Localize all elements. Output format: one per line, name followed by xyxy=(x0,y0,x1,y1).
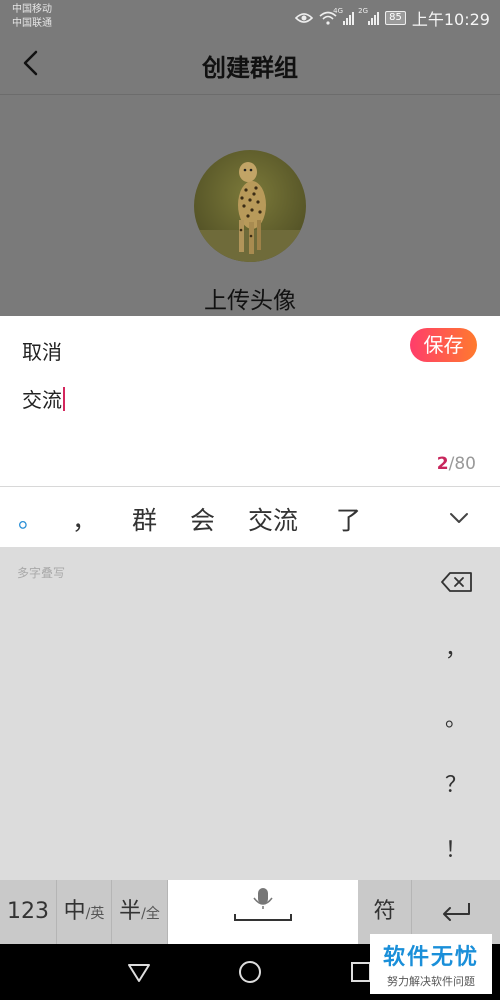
chinese-english-toggle[interactable]: 中/英 xyxy=(57,880,112,944)
upload-avatar-label[interactable]: 上传头像 xyxy=(0,281,500,315)
chevron-down-icon[interactable] xyxy=(448,507,470,529)
text-cursor xyxy=(63,386,65,411)
handwriting-keyboard[interactable]: 多字叠写 ， 。 ？ ！ xyxy=(0,547,500,880)
numbers-key[interactable]: 123 xyxy=(0,880,57,944)
carrier-1: 中国移动 xyxy=(12,4,52,15)
watermark-logo: 软件无忧 努力解决软件问题 xyxy=(370,934,492,994)
candidate-item[interactable]: 。 xyxy=(18,499,43,535)
clock: 上午10:29 xyxy=(411,10,490,29)
square-recents-icon[interactable] xyxy=(350,961,372,983)
period-key[interactable]: 。 xyxy=(412,701,500,733)
group-name-value: 交流 xyxy=(22,388,62,412)
candidate-item[interactable]: 群 xyxy=(132,501,157,537)
handwriting-hint: 多字叠写 xyxy=(17,566,66,580)
group-avatar[interactable] xyxy=(194,150,306,262)
eye-icon xyxy=(295,13,314,23)
enter-icon xyxy=(443,903,470,921)
half-full-width-toggle[interactable]: 半/全 xyxy=(112,880,168,944)
signal-1-icon: 4G xyxy=(333,7,355,25)
microphone-icon xyxy=(234,888,292,921)
triangle-back-icon[interactable] xyxy=(127,962,151,984)
battery-indicator: 85 xyxy=(385,11,406,25)
carrier-labels: 中国移动 中国联通 xyxy=(12,3,52,31)
save-button[interactable]: 保存 xyxy=(410,328,477,362)
counter-max: /80 xyxy=(448,454,476,474)
cheetah-avatar-image xyxy=(194,150,306,262)
status-bar: 中国移动 中国联通 4G 2G 85 上午10:29 xyxy=(0,0,500,34)
signal-2-icon: 2G xyxy=(358,7,380,25)
character-counter: 2/80 xyxy=(437,454,476,474)
watermark-title: 软件无忧 xyxy=(382,945,479,970)
page-title: 创建群组 xyxy=(202,54,298,82)
candidate-item[interactable]: 交流 xyxy=(248,501,298,537)
candidate-item[interactable]: 会 xyxy=(190,501,215,537)
status-icons: 4G 2G 85 上午10:29 xyxy=(295,6,490,30)
comma-key[interactable]: ， xyxy=(412,631,500,663)
group-name-dialog: 取消 保存 交流 2/80 xyxy=(0,316,500,487)
candidate-item[interactable]: 了 xyxy=(336,501,361,537)
question-key[interactable]: ？ xyxy=(412,767,500,799)
ime-candidate-bar: 。 ， 群 会 交流 了 xyxy=(0,487,500,547)
backspace-icon[interactable] xyxy=(441,571,473,593)
circle-home-icon[interactable] xyxy=(238,960,262,984)
exclamation-key[interactable]: ！ xyxy=(412,832,500,864)
candidate-item[interactable]: ， xyxy=(72,501,97,537)
cancel-button[interactable]: 取消 xyxy=(22,336,62,365)
carrier-2: 中国联通 xyxy=(12,18,52,29)
space-key[interactable] xyxy=(168,880,358,944)
group-name-input[interactable]: 交流 xyxy=(22,384,65,413)
punctuation-column: ， 。 ？ ！ xyxy=(412,547,500,880)
counter-current: 2 xyxy=(436,454,449,474)
watermark-subtitle: 努力解决软件问题 xyxy=(387,975,475,988)
app-header: 创建群组 xyxy=(0,34,500,95)
